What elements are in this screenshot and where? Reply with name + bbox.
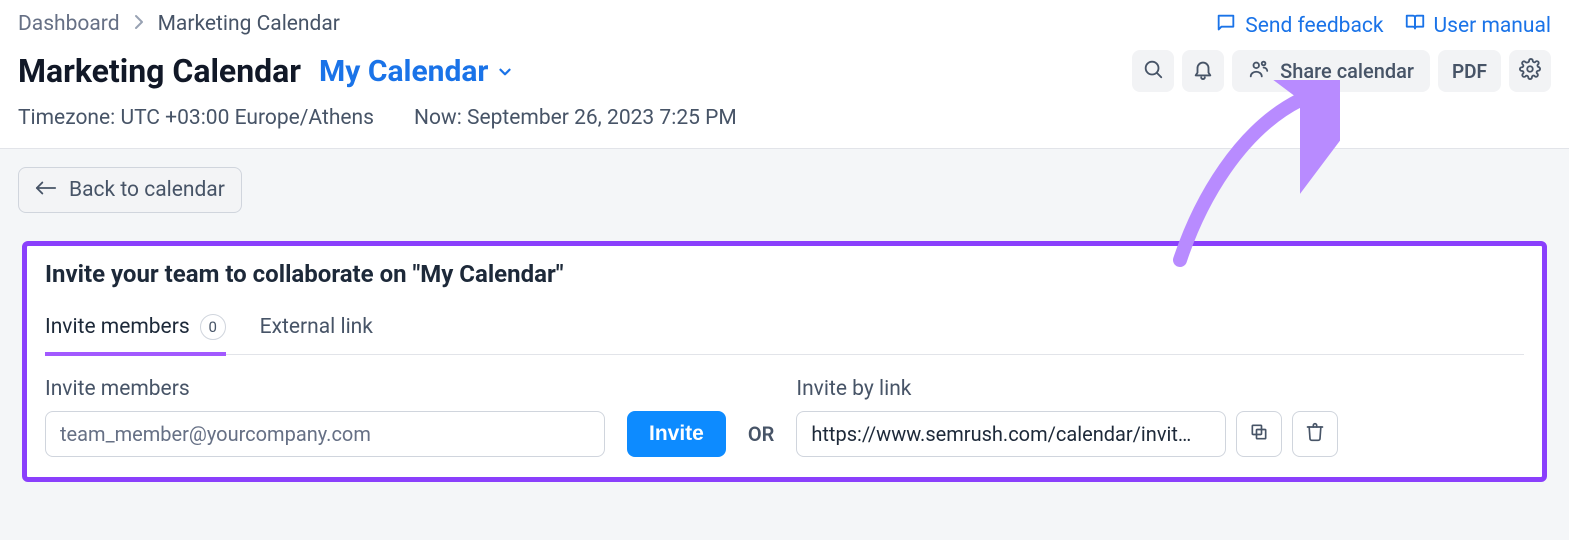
arrow-left-icon — [35, 178, 57, 202]
calendar-selector[interactable]: My Calendar — [319, 54, 514, 89]
selected-calendar-label: My Calendar — [319, 54, 488, 89]
timezone-text: Timezone: UTC +03:00 Europe/Athens — [18, 106, 374, 130]
invite-button-label: Invite — [649, 422, 704, 445]
now-text: Now: September 26, 2023 7:25 PM — [414, 106, 737, 130]
invite-panel: Invite your team to collaborate on "My C… — [22, 241, 1547, 482]
book-icon — [1404, 12, 1426, 40]
user-manual-link[interactable]: User manual — [1404, 12, 1551, 40]
panel-title: Invite your team to collaborate on "My C… — [45, 260, 1524, 288]
pdf-button[interactable]: PDF — [1438, 50, 1501, 92]
invite-email-input[interactable] — [45, 411, 605, 457]
pdf-label: PDF — [1452, 60, 1487, 83]
page-title: Marketing Calendar — [18, 52, 301, 90]
bell-icon — [1192, 58, 1214, 84]
people-icon — [1248, 58, 1270, 85]
back-label: Back to calendar — [69, 178, 225, 202]
user-manual-label: User manual — [1434, 14, 1551, 38]
invite-by-link-label: Invite by link — [796, 377, 1338, 401]
delete-link-button[interactable] — [1292, 411, 1338, 457]
chevron-right-icon — [134, 12, 144, 36]
tab-invite-members[interactable]: Invite members 0 — [45, 314, 226, 356]
settings-button[interactable] — [1509, 50, 1551, 92]
copy-icon — [1249, 422, 1269, 446]
trash-icon — [1305, 422, 1325, 446]
chat-icon — [1215, 12, 1237, 40]
share-calendar-label: Share calendar — [1280, 59, 1414, 83]
tab-external-link-label: External link — [260, 315, 373, 339]
tab-invite-members-label: Invite members — [45, 315, 190, 339]
share-calendar-button[interactable]: Share calendar — [1232, 50, 1430, 92]
back-to-calendar-button[interactable]: Back to calendar — [18, 167, 242, 213]
copy-link-button[interactable] — [1236, 411, 1282, 457]
invite-button[interactable]: Invite — [627, 411, 726, 457]
notifications-button[interactable] — [1182, 50, 1224, 92]
breadcrumb-root[interactable]: Dashboard — [18, 12, 120, 36]
search-icon — [1142, 58, 1164, 84]
send-feedback-label: Send feedback — [1245, 14, 1383, 38]
or-text: OR — [748, 411, 775, 457]
chevron-down-icon — [496, 54, 514, 89]
gear-icon — [1519, 58, 1541, 84]
breadcrumb-current: Marketing Calendar — [158, 12, 340, 36]
tab-external-link[interactable]: External link — [260, 315, 373, 355]
send-feedback-link[interactable]: Send feedback — [1215, 12, 1383, 40]
invite-link-field[interactable] — [796, 411, 1226, 457]
invite-count-badge: 0 — [200, 314, 226, 340]
invite-tabs: Invite members 0 External link — [45, 314, 1524, 355]
invite-members-label: Invite members — [45, 377, 605, 401]
search-button[interactable] — [1132, 50, 1174, 92]
